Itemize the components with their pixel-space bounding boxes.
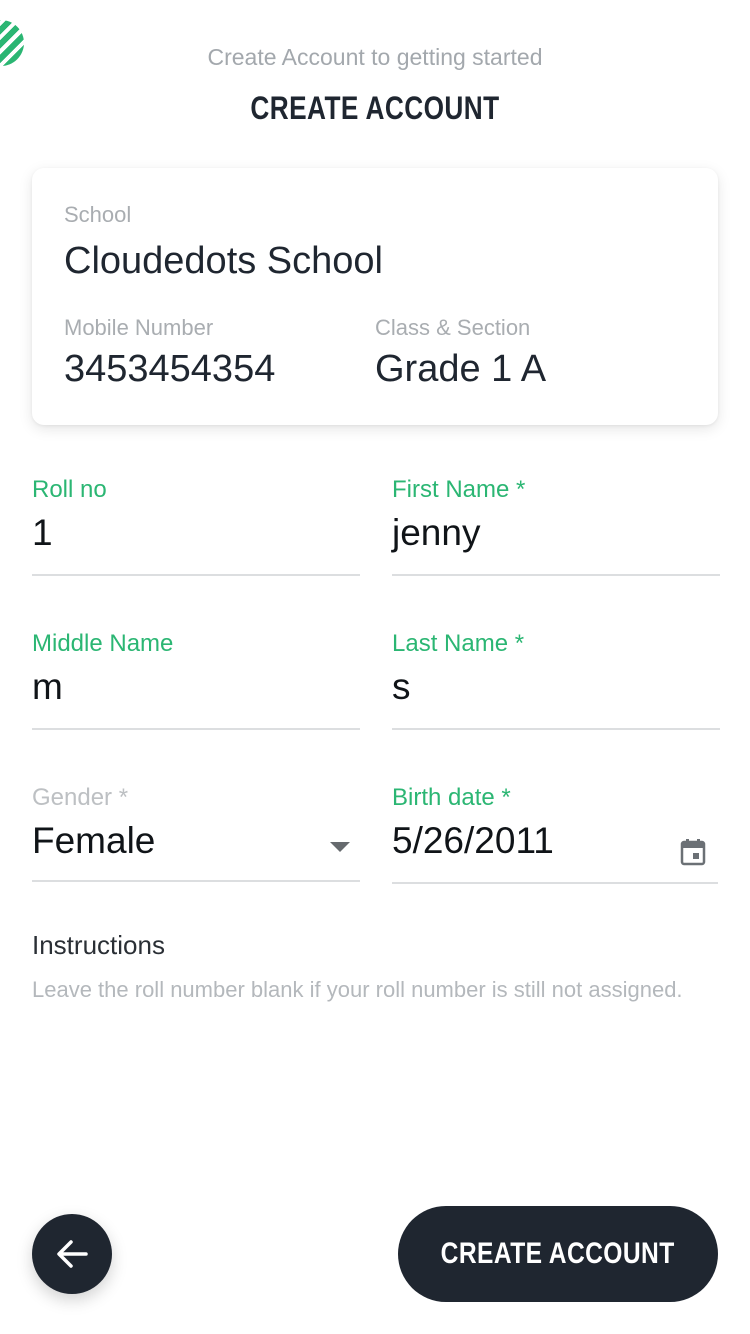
middle-name-underline <box>32 728 360 730</box>
mobile-value: 3453454354 <box>64 348 276 390</box>
class-section-label: Class & Section <box>375 315 531 340</box>
arrow-left-icon <box>57 1240 88 1268</box>
school-label: School <box>64 202 132 227</box>
first-name-field[interactable]: First Name * jenny <box>392 476 720 576</box>
calendar-icon[interactable] <box>680 838 706 866</box>
roll-no-label: Roll no <box>32 476 107 503</box>
middle-name-label: Middle Name <box>32 630 174 657</box>
middle-name-field[interactable]: Middle Name m <box>32 630 360 730</box>
first-name-underline <box>392 574 720 576</box>
create-account-button[interactable]: CREATE ACCOUNT <box>398 1206 718 1302</box>
first-name-label: First Name * <box>392 476 526 503</box>
birth-date-input[interactable]: 5/26/2011 <box>392 820 554 862</box>
birth-date-field[interactable]: Birth date * 5/26/2011 <box>392 784 718 884</box>
create-account-label: CREATE ACCOUNT <box>441 1237 675 1270</box>
first-name-input[interactable]: jenny <box>392 512 480 554</box>
roll-no-input[interactable]: 1 <box>32 512 53 554</box>
gender-label: Gender * <box>32 784 129 811</box>
gender-select[interactable]: Gender * Female <box>32 784 360 882</box>
page-title: CREATE ACCOUNT <box>250 90 500 126</box>
birth-date-label: Birth date * <box>392 784 511 811</box>
caret-down-icon[interactable] <box>330 842 350 852</box>
page-subtitle: Create Account to getting started <box>207 44 543 70</box>
roll-no-underline <box>32 574 360 576</box>
create-account-screen: Create Account to getting started CREATE… <box>0 0 750 1334</box>
mobile-label: Mobile Number <box>64 315 214 340</box>
last-name-underline <box>392 728 720 730</box>
last-name-input[interactable]: s <box>392 666 411 708</box>
gender-value[interactable]: Female <box>32 820 155 862</box>
gender-underline <box>32 880 360 882</box>
school-info-card: School Cloudedots School Mobile Number 3… <box>32 168 718 425</box>
last-name-field[interactable]: Last Name * s <box>392 630 720 730</box>
middle-name-input[interactable]: m <box>32 666 63 708</box>
school-value: Cloudedots School <box>64 240 383 282</box>
birth-date-underline <box>392 882 718 884</box>
class-section-value: Grade 1 A <box>375 348 547 390</box>
last-name-label: Last Name * <box>392 630 525 657</box>
instructions-text: Leave the roll number blank if your roll… <box>32 977 683 1002</box>
roll-no-field[interactable]: Roll no 1 <box>32 476 360 576</box>
instructions-title: Instructions <box>32 930 165 960</box>
back-button[interactable] <box>32 1214 112 1294</box>
